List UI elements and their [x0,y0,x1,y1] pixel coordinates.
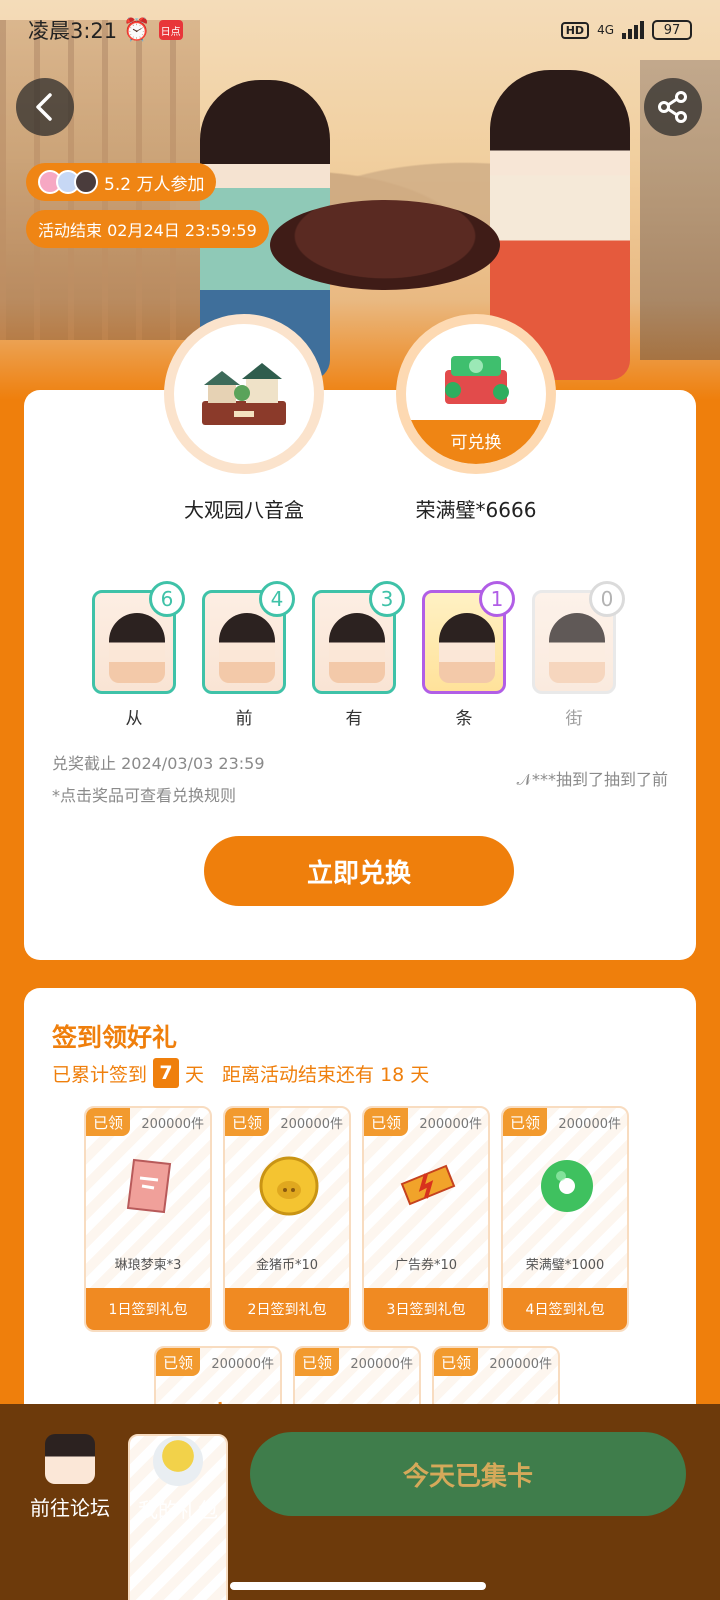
character-portrait [109,613,165,683]
prize-jade[interactable]: 可兑换 荣满璧*6666 [396,314,556,523]
gift-box-icon [445,356,509,404]
exchange-card: 大观园八音盒 可兑换 荣满璧*6666 6 从 4 前 3 有 1 条 0 街 … [24,314,696,960]
character-portrait [549,613,605,683]
gift-quantity: 200000件 [280,1117,343,1132]
gift-pack-icon [153,1436,203,1486]
music-box-icon [202,363,286,425]
prize-music-box[interactable]: 大观园八音盒 [164,314,324,523]
prize-ring: 可兑换 [396,314,556,474]
prize-name: 大观园八音盒 [184,498,304,522]
card-count-badge: 3 [369,581,405,617]
gift-name: 金猪币*10 [255,1258,319,1273]
gift-name: 琳琅梦柬*3 [114,1258,182,1273]
gift-quantity: 200000件 [489,1357,552,1372]
jade-disc-icon [541,1160,593,1212]
redeem-deadline: 兑奖截止 2024/03/03 23:59 [52,754,265,773]
gift-quantity: 200000件 [419,1117,482,1132]
character-card-qian[interactable]: 4 前 [202,581,295,729]
character-label: 街 [565,709,583,729]
collected-today-button[interactable]: 今天已集卡 [250,1432,686,1516]
notification-badge: 日点 [158,20,183,40]
gift-quantity: 200000件 [211,1357,274,1372]
claimed-tag: 已领 [364,1108,408,1136]
card-count-badge: 0 [589,581,625,617]
network-type: 4G [597,23,614,37]
claimed-tag: 已领 [295,1348,339,1376]
character-cards: 6 从 4 前 3 有 1 条 0 街 [92,581,625,729]
gift-day-4[interactable]: 已领 200000件 荣满璧*1000 4日签到礼包 [501,1106,629,1332]
ad-ticket-icon [400,1164,456,1206]
progress-prefix: 已累计签到 [52,1063,148,1086]
card-count-badge: 1 [479,581,515,617]
gift-quantity: 200000件 [558,1117,621,1132]
character-card-cong[interactable]: 6 从 [92,581,185,729]
character-portrait [219,613,275,683]
home-indicator[interactable] [230,1582,486,1590]
card-count-badge: 4 [259,581,295,617]
claimed-tag: 已领 [434,1348,478,1376]
signin-days: 7 [153,1058,180,1088]
participant-avatars [38,170,98,194]
event-deadline-pill: 活动结束 02月24日 23:59:59 [26,210,269,248]
signin-progress: 已累计签到 7 天 距离活动结束还有 18 天 [52,1058,429,1088]
my-gifts-button[interactable]: 我的礼包 [128,1434,228,1600]
gold-pig-coin-icon [259,1156,319,1216]
gift-name: 荣满璧*1000 [525,1258,605,1273]
signin-card: 签到领好礼 已累计签到 7 天 距离活动结束还有 18 天 已领 200000件… [24,988,696,1572]
chevron-left-icon [36,93,52,121]
claimed-tag: 已领 [86,1108,130,1136]
forum-avatar [45,1434,95,1484]
progress-suffix: 天 [185,1063,205,1086]
character-portrait [439,613,495,683]
claimed-tag: 已领 [503,1108,547,1136]
rule-hint: *点击奖品可查看兑换规则 [52,786,237,805]
status-bar: 凌晨3:21 ⏰ 日点 HD 4G 97 [0,0,720,60]
redeemable-badge: 可兑换 [406,420,546,464]
character-label: 有 [345,709,363,729]
redeem-now-button[interactable]: 立即兑换 [204,836,514,906]
event-deadline-text: 活动结束 02月24日 23:59:59 [38,221,257,240]
character-label: 条 [455,709,473,729]
gift-quantity: 200000件 [350,1357,413,1372]
share-icon [658,91,687,123]
letter-icon [126,1158,172,1214]
character-label: 前 [235,709,253,729]
gift-band: 3日签到礼包 [364,1288,488,1330]
claimed-tag: 已领 [225,1108,269,1136]
character-card-you[interactable]: 3 有 [312,581,405,729]
card-count-badge: 6 [149,581,185,617]
tea-table-illustration [270,200,500,290]
gift-quantity: 200000件 [141,1117,204,1132]
participants-pill: 5.2 万人参加 [26,163,217,201]
prize-ring [164,314,324,474]
hd-icon: HD [560,21,590,39]
claimed-tag: 已领 [156,1348,200,1376]
gift-day-3[interactable]: 已领 200000件 广告券*10 3日签到礼包 [362,1106,490,1332]
battery-icon: 97 [652,20,692,40]
remaining-days: 距离活动结束还有 18 天 [222,1063,430,1086]
character-card-tiao[interactable]: 1 条 [422,581,515,729]
go-to-forum-button[interactable]: 前往论坛 [20,1434,120,1521]
gift-band: 4日签到礼包 [503,1288,627,1330]
back-button[interactable] [16,78,74,136]
prize-name: 荣满璧*6666 [415,498,537,522]
participants-count: 5.2 万人参加 [104,174,205,195]
gift-band: 2日签到礼包 [225,1288,349,1330]
alarm-icon: ⏰ [123,17,151,43]
character-label: 从 [125,709,143,729]
gift-band: 1日签到礼包 [86,1288,210,1330]
bottom-bar: 前往论坛 我的礼包 今天已集卡 [0,1404,720,1600]
signal-icon [622,21,644,39]
gift-day-1[interactable]: 已领 200000件 琳琅梦柬*3 1日签到礼包 [84,1106,212,1332]
status-time: 凌晨3:21 [28,19,118,43]
share-button[interactable] [644,78,702,136]
winner-ticker: 𝒩***抽到了抽到了前 [516,770,668,789]
gift-label: 我的礼包 [138,1498,218,1522]
character-card-jie[interactable]: 0 街 [532,581,625,729]
character-portrait [329,613,385,683]
forum-label: 前往论坛 [30,1496,110,1520]
gift-name: 广告券*10 [394,1258,458,1273]
signin-title: 签到领好礼 [52,1023,178,1052]
gift-day-2[interactable]: 已领 200000件 金猪币*10 2日签到礼包 [223,1106,351,1332]
